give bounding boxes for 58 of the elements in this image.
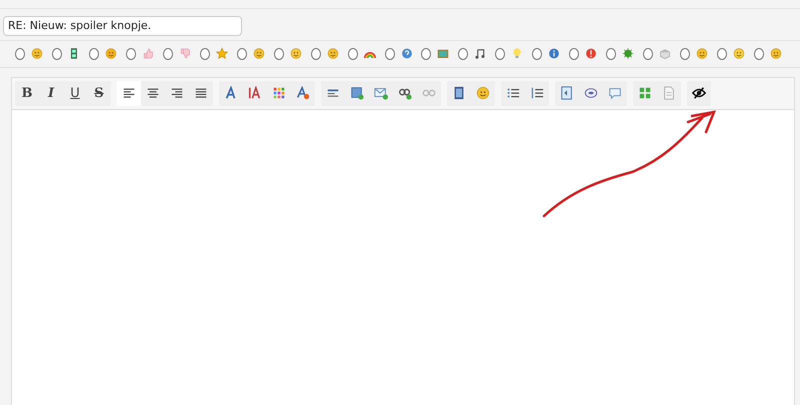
radio-button[interactable]	[532, 48, 542, 60]
strikethrough-button[interactable]: S	[87, 80, 111, 106]
font-size-icon	[248, 86, 262, 100]
italic-button[interactable]: I	[39, 80, 63, 106]
radio-button[interactable]	[274, 48, 284, 60]
radio-button[interactable]	[310, 48, 321, 60]
music-note-icon	[474, 46, 486, 61]
radio-button[interactable]	[421, 48, 432, 60]
exclamation-icon	[585, 46, 598, 61]
justify-icon	[194, 86, 208, 100]
radio-button[interactable]	[200, 48, 210, 60]
code-icon	[560, 86, 574, 100]
radio-button[interactable]	[88, 48, 99, 60]
underline-button[interactable]: U	[63, 80, 87, 106]
align-left-icon	[122, 86, 136, 100]
radio-button[interactable]	[458, 48, 468, 60]
radio-button[interactable]	[15, 48, 25, 60]
smiley-icon	[252, 46, 265, 61]
radio-button[interactable]	[569, 48, 580, 60]
smiley-icon	[30, 46, 43, 61]
smiley-icon	[733, 46, 746, 61]
bold-button[interactable]: B	[15, 80, 39, 106]
font-icon	[224, 86, 238, 100]
info-icon	[548, 46, 560, 61]
emoticon-icon	[476, 86, 490, 100]
radio-button[interactable]	[384, 48, 395, 60]
smiley-icon	[290, 46, 302, 61]
thumbs-up-icon	[142, 46, 154, 61]
insert-link-icon	[398, 86, 412, 100]
quote-icon	[608, 86, 622, 100]
subject-field[interactable]: RE: Nieuw: spoiler knopje.	[3, 16, 242, 36]
radio-button[interactable]	[717, 48, 728, 60]
radio-button[interactable]	[754, 48, 764, 60]
radio-button[interactable]	[680, 48, 690, 60]
radio-button[interactable]	[52, 48, 62, 60]
star-icon	[216, 46, 228, 61]
radio-button[interactable]	[606, 48, 616, 60]
align-left-button[interactable]	[117, 80, 141, 106]
radio-button[interactable]	[162, 48, 173, 60]
question-icon	[400, 46, 412, 61]
align-center-icon	[146, 86, 160, 100]
insert-email-icon	[374, 86, 388, 100]
smiley-icon	[770, 46, 782, 61]
lightbulb-icon	[511, 46, 524, 61]
thumbs-down-icon	[178, 46, 191, 61]
radio-button[interactable]	[126, 48, 136, 60]
radio-button[interactable]	[236, 48, 247, 60]
radio-button[interactable]	[495, 48, 506, 60]
smiley-icon	[326, 46, 339, 61]
smiley-icon	[696, 46, 708, 61]
align-right-icon	[170, 86, 184, 100]
color-grid-icon	[272, 86, 286, 100]
radio-button[interactable]	[643, 48, 654, 60]
radio-button[interactable]	[348, 48, 358, 60]
bullet-list-icon	[506, 86, 520, 100]
remove-format-icon	[296, 86, 310, 100]
insert-image-icon	[350, 86, 364, 100]
bug-icon	[622, 46, 634, 61]
